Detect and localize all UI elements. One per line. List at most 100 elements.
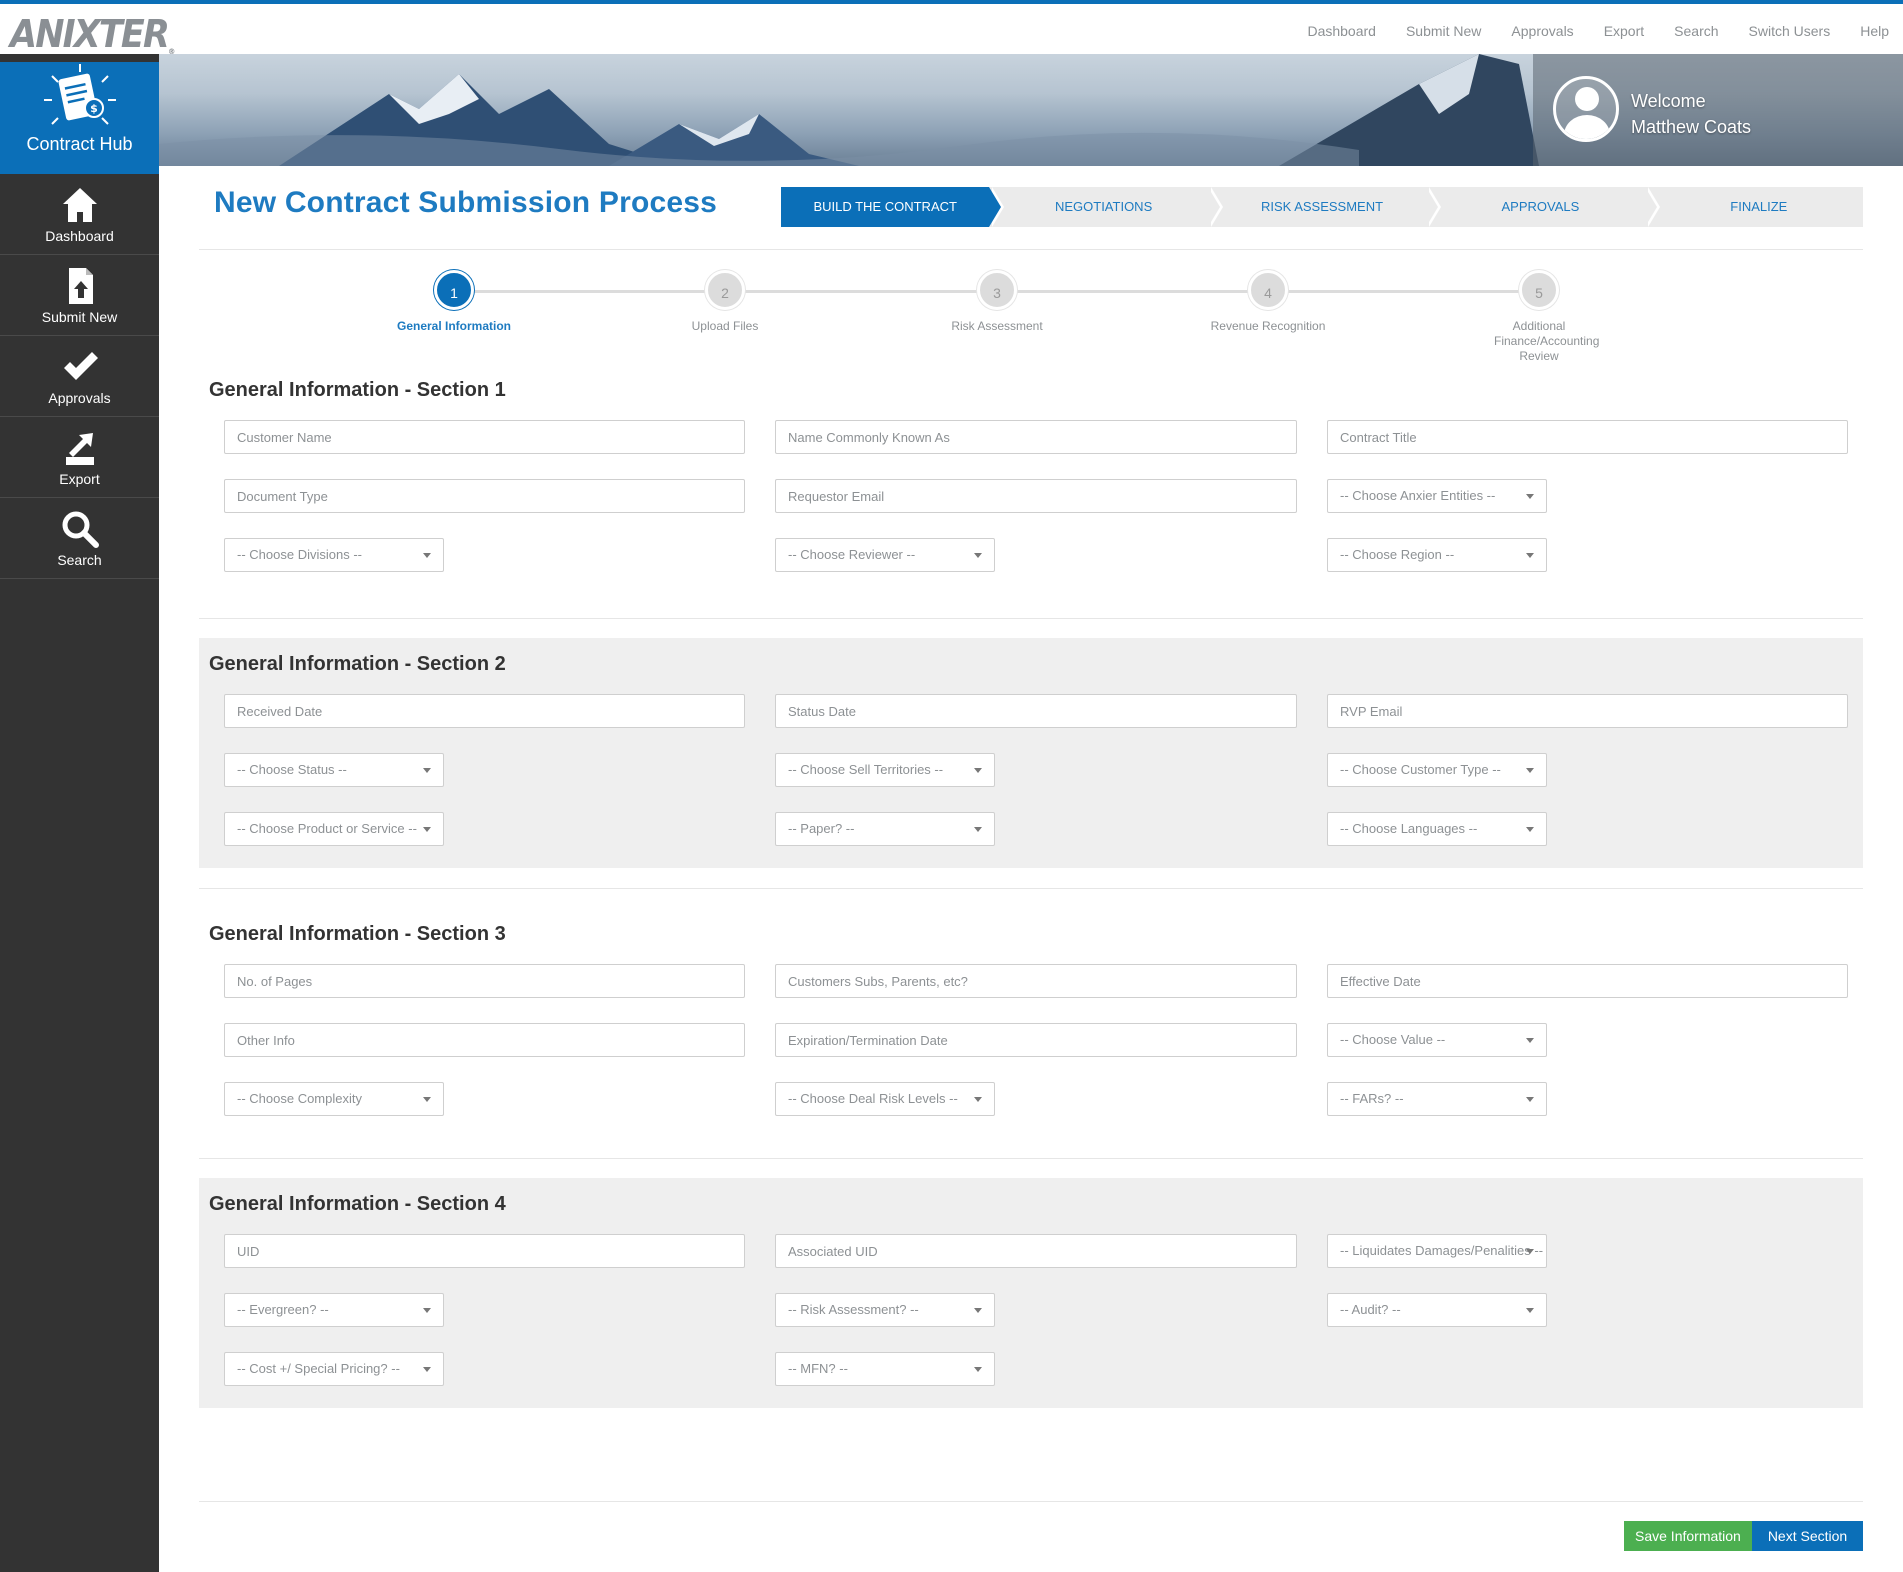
associated-uid-input[interactable] [775, 1234, 1297, 1268]
step-number[interactable]: 3 [977, 270, 1017, 310]
chevron-down-icon [1526, 553, 1534, 558]
select-value: -- Choose Deal Risk Levels -- [788, 1091, 958, 1106]
customers-subs-parents-input[interactable] [775, 964, 1297, 998]
top-nav-approvals[interactable]: Approvals [1511, 23, 1573, 39]
value-select[interactable]: -- Choose Value -- [1327, 1023, 1547, 1057]
step-upload-files[interactable]: 2 Upload Files [650, 270, 800, 334]
step-number[interactable]: 4 [1248, 270, 1288, 310]
page-title: New Contract Submission Process [214, 186, 718, 219]
top-nav-export[interactable]: Export [1604, 23, 1644, 39]
customer-type-select[interactable]: -- Choose Customer Type -- [1327, 753, 1547, 787]
chevron-down-icon [1526, 1097, 1534, 1102]
chevron-down-icon [423, 1367, 431, 1372]
contract-title-input[interactable] [1327, 420, 1848, 454]
received-date-input[interactable] [224, 694, 745, 728]
sell-territories-select[interactable]: -- Choose Sell Territories -- [775, 753, 995, 787]
top-nav-switch-users[interactable]: Switch Users [1749, 23, 1831, 39]
status-date-input[interactable] [775, 694, 1297, 728]
select-value: -- Paper? -- [788, 821, 855, 836]
select-value: -- MFN? -- [788, 1361, 848, 1376]
mfn-select[interactable]: -- MFN? -- [775, 1352, 995, 1386]
home-icon [62, 188, 97, 222]
select-value: -- Choose Sell Territories -- [788, 762, 944, 777]
sidebar-item-label: Dashboard [45, 228, 114, 244]
top-nav: Dashboard Submit New Approvals Export Se… [1277, 23, 1889, 39]
step-risk-assessment[interactable]: 3 Risk Assessment [922, 270, 1072, 334]
top-nav-search[interactable]: Search [1674, 23, 1718, 39]
liquidated-damages-select[interactable]: -- Liquidates Damages/Penalities -- [1327, 1234, 1547, 1268]
region-select[interactable]: -- Choose Region -- [1327, 538, 1547, 572]
general-info-section-2: General Information - Section 2 -- Choos… [199, 638, 1863, 868]
effective-date-input[interactable] [1327, 964, 1848, 998]
anixter-logo[interactable]: ANIXTER® [10, 12, 175, 56]
top-nav-dashboard[interactable]: Dashboard [1307, 23, 1376, 39]
select-value: -- Liquidates Damages/Penalities -- [1340, 1243, 1544, 1258]
anixter-entities-select[interactable]: -- Choose Anxier Entities -- [1327, 479, 1547, 513]
wizard-stage-approvals[interactable]: APPROVALS [1426, 187, 1661, 227]
audit-select[interactable]: -- Audit? -- [1327, 1293, 1547, 1327]
step-revenue-recognition[interactable]: 4 Revenue Recognition [1193, 270, 1343, 334]
number-of-pages-input[interactable] [224, 964, 745, 998]
section-title: General Information - Section 2 [209, 653, 506, 675]
step-general-information[interactable]: 1 General Information [379, 270, 529, 334]
sidebar-item-search[interactable]: Search [0, 498, 159, 579]
risk-assessment-select[interactable]: -- Risk Assessment? -- [775, 1293, 995, 1327]
export-icon [65, 433, 94, 465]
chevron-down-icon [974, 1367, 982, 1372]
step-label: Additional Finance/Accounting Review [1494, 319, 1600, 363]
general-info-section-4: General Information - Section 4 -- Liqui… [199, 1178, 1863, 1408]
reviewer-select[interactable]: -- Choose Reviewer -- [775, 538, 995, 572]
divider [199, 1158, 1863, 1159]
welcome-label: Welcome [1631, 91, 1706, 111]
user-avatar-icon[interactable] [1553, 76, 1619, 142]
select-value: -- Choose Reviewer -- [788, 547, 916, 562]
sidebar-item-export[interactable]: Export [0, 417, 159, 498]
checkmark-icon [63, 352, 98, 380]
rvp-email-input[interactable] [1327, 694, 1848, 728]
chevron-down-icon [974, 768, 982, 773]
step-number[interactable]: 5 [1519, 270, 1559, 310]
step-number[interactable]: 1 [434, 270, 474, 310]
complexity-select[interactable]: -- Choose Complexity [224, 1082, 444, 1116]
select-value: -- Evergreen? -- [237, 1302, 329, 1317]
step-label: Risk Assessment [951, 319, 1043, 333]
next-button-label: Next Section [1767, 1528, 1848, 1544]
fars-select[interactable]: -- FARs? -- [1327, 1082, 1547, 1116]
save-information-button[interactable]: Save Information [1624, 1521, 1752, 1551]
cost-special-pricing-select[interactable]: -- Cost +/ Special Pricing? -- [224, 1352, 444, 1386]
paper-select[interactable]: -- Paper? -- [775, 812, 995, 846]
next-section-button[interactable]: Next Section › [1752, 1521, 1863, 1572]
general-info-section-1: General Information - Section 1 -- Choos… [199, 364, 1863, 578]
wizard-stage-build-the-contract[interactable]: BUILD THE CONTRACT [781, 187, 1005, 227]
divisions-select[interactable]: -- Choose Divisions -- [224, 538, 444, 572]
select-value: -- Choose Status -- [237, 762, 347, 777]
step-number[interactable]: 2 [705, 270, 745, 310]
section-title: General Information - Section 1 [209, 379, 506, 401]
product-or-service-select[interactable]: -- Choose Product or Service -- [224, 812, 444, 846]
sidebar-item-submit-new[interactable]: Submit New [0, 255, 159, 336]
name-commonly-known-as-input[interactable] [775, 420, 1297, 454]
user-name[interactable]: Matthew Coats [1631, 114, 1751, 140]
uid-input[interactable] [224, 1234, 745, 1268]
upload-document-icon [68, 268, 93, 304]
status-select[interactable]: -- Choose Status -- [224, 753, 444, 787]
wizard-stage-risk-assessment[interactable]: RISK ASSESSMENT [1207, 187, 1442, 227]
step-label: General Information [396, 319, 512, 333]
sidebar-item-dashboard[interactable]: Dashboard [0, 174, 159, 255]
step-additional-finance-review[interactable]: 5 Additional Finance/Accounting Review [1464, 270, 1614, 364]
document-type-input[interactable] [224, 479, 745, 513]
deal-risk-levels-select[interactable]: -- Choose Deal Risk Levels -- [775, 1082, 995, 1116]
customer-name-input[interactable] [224, 420, 745, 454]
welcome-panel: Welcome Matthew Coats [1533, 54, 1903, 166]
wizard-stage-finalize[interactable]: FINALIZE [1644, 187, 1864, 227]
top-nav-submit-new[interactable]: Submit New [1406, 23, 1481, 39]
other-info-input[interactable] [224, 1023, 745, 1057]
languages-select[interactable]: -- Choose Languages -- [1327, 812, 1547, 846]
top-nav-help[interactable]: Help [1860, 23, 1889, 39]
evergreen-select[interactable]: -- Evergreen? -- [224, 1293, 444, 1327]
wizard-stage-negotiations[interactable]: NEGOTIATIONS [989, 187, 1224, 227]
expiration-termination-date-input[interactable] [775, 1023, 1297, 1057]
contract-hub-brand[interactable]: $ Contract Hub [0, 62, 159, 174]
requestor-email-input[interactable] [775, 479, 1297, 513]
sidebar-item-approvals[interactable]: Approvals [0, 336, 159, 417]
